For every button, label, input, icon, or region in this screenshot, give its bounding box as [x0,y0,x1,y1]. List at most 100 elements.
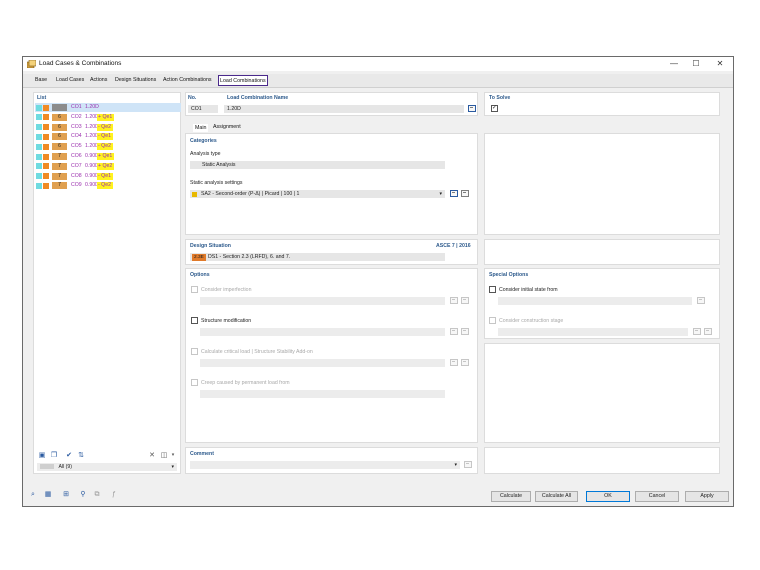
main-tabs: Base Load Cases Actions Design Situation… [23,74,733,88]
edit-modification-icon[interactable] [461,328,469,335]
new-stability-icon[interactable] [450,359,458,366]
subtab-assignment[interactable]: Assignment [213,124,241,130]
design-situation-value: DS1 - Section 2.3 (LRFD), 6. and 7. [208,254,291,260]
list-item[interactable]: 6 CO5 1.20D - Qe2 [35,142,181,151]
edit-initial-state-icon[interactable] [697,297,705,304]
delete-icon[interactable]: ✕ [147,451,157,460]
close-button[interactable]: ✕ [713,59,727,69]
list-item-badge: 6 [52,113,67,121]
initial-state-checkbox[interactable] [489,286,496,293]
no-field[interactable]: CO1 [188,105,218,113]
new-imperfection-icon[interactable] [450,297,458,304]
list-item-color-cyan [36,143,42,150]
edit-stage-icon[interactable] [704,328,712,335]
app-icon [27,60,36,68]
options-panel: Options Consider imperfection Structure … [185,268,478,443]
tab-load-combinations[interactable]: Load Combinations [218,75,268,86]
analysis-type-label: Analysis type [190,151,221,157]
check-all-icon[interactable]: ✔ [64,451,74,460]
critical-load-checkbox[interactable] [191,348,198,355]
list-item[interactable]: CO1 1.20D [35,103,181,112]
copy-disabled-icon[interactable]: ⧉ [92,490,102,499]
title-bar: Load Cases & Combinations — ☐ ✕ [23,57,733,71]
creep-field[interactable] [200,390,445,398]
list-item-name: CO9 [71,182,82,189]
list-item-badge: 6 [52,133,67,141]
imperfection-field[interactable] [200,297,445,305]
tree-icon[interactable]: ⊞ [61,490,71,499]
creep-checkbox[interactable] [191,379,198,386]
copy-icon[interactable]: ❐ [49,451,59,460]
filter-value: All (9) [58,464,72,470]
list-item-badge: 7 [52,172,67,180]
tab-load-cases[interactable]: Load Cases [56,77,84,83]
chevron-down-icon: ▾ [171,464,174,470]
new-stage-icon[interactable] [693,328,701,335]
special-options-header: Special Options [489,272,529,278]
edit-stability-icon[interactable] [461,359,469,366]
renumber-icon[interactable]: ⇅ [76,451,86,460]
calculate-all-button[interactable]: Calculate All [535,491,578,502]
chevron-down-icon[interactable]: ▾ [168,451,178,460]
edit-name-icon[interactable] [468,105,476,112]
construction-stage-checkbox[interactable] [489,317,496,324]
consider-imperfection-checkbox[interactable] [191,286,198,293]
initial-state-field[interactable] [498,297,692,305]
list-filter-select[interactable]: All (9) ▾ [37,463,177,471]
tab-action-combinations[interactable]: Action Combinations [163,77,212,83]
tab-actions[interactable]: Actions [90,77,107,83]
list-item[interactable]: 6 CO4 1.20D - Qe1 [35,132,181,141]
subtab-main[interactable]: Main [193,124,209,132]
ok-button[interactable]: OK [586,491,630,502]
list-item-color-cyan [36,133,42,140]
name-field[interactable]: 1.20D [224,105,464,113]
to-solve-label: To Solve [489,95,511,101]
new-icon[interactable]: ▣ [37,451,47,460]
categories-right-panel [484,133,720,235]
units-icon[interactable]: ▦ [43,490,53,499]
list-item-extra: - Qe2 [97,143,113,151]
construction-stage-field[interactable] [498,328,688,336]
list-item-color-cyan [36,114,42,121]
list-item-name: CO4 [71,133,82,140]
design-situation-field[interactable]: 2.3E DS1 - Section 2.3 (LRFD), 6. and 7. [190,253,445,261]
maximize-button[interactable]: ☐ [689,59,703,69]
comment-field[interactable]: ▾ [190,461,460,469]
minimize-button[interactable]: — [667,59,681,69]
design-situation-header: Design Situation [190,243,231,249]
design-situation-badge: 2.3E [192,253,206,261]
to-solve-checkbox[interactable]: ✓ [491,105,498,112]
list-item[interactable]: 7 CO7 0.90D + Qe2 [35,162,181,171]
apply-button[interactable]: Apply [685,491,729,502]
structure-modification-field[interactable] [200,328,445,336]
cancel-button[interactable]: Cancel [635,491,679,502]
comment-right-panel [484,447,720,474]
list-item[interactable]: 7 CO9 0.90D - Qe2 [35,181,181,190]
list-item-name: CO8 [71,172,82,179]
special-options-lower-panel [484,343,720,443]
calculate-button[interactable]: Calculate [491,491,531,502]
tab-design-situations[interactable]: Design Situations [115,77,156,83]
new-modification-icon[interactable] [450,328,458,335]
structure-modification-checkbox[interactable] [191,317,198,324]
comment-edit-icon[interactable] [464,461,472,468]
list-item-badge [52,104,67,111]
link-icon[interactable]: ⚲ [78,490,88,499]
list-item[interactable]: 7 CO8 0.90D - Qe1 [35,172,181,181]
list-item[interactable]: 7 CO6 0.90D + Qe1 [35,152,181,161]
to-solve-panel: To Solve ✓ [484,92,720,116]
list-item[interactable]: 6 CO2 1.20D + Qe1 [35,113,181,122]
list-item-color-orange [43,182,49,189]
tab-base[interactable]: Base [35,77,47,83]
analysis-type-field[interactable]: Static Analysis [190,161,445,169]
edit-imperfection-icon[interactable] [461,297,469,304]
edit-settings-icon[interactable] [461,190,469,197]
list-item[interactable]: 6 CO3 1.20D - Qe2 [35,123,181,132]
static-settings-select[interactable]: SA2 - Second-order (P-Δ) | Picard | 100 … [190,190,445,198]
options-header: Options [190,272,210,278]
new-settings-icon[interactable] [450,190,458,197]
formula-icon[interactable]: ƒ [109,490,119,499]
combination-list: CO1 1.20D 6 CO2 1.20D + Qe1 6 CO3 1.20D - Qe2 6 CO4… [35,103,181,193]
search-icon[interactable]: ⌕ [28,490,38,499]
critical-load-field[interactable] [200,359,445,367]
